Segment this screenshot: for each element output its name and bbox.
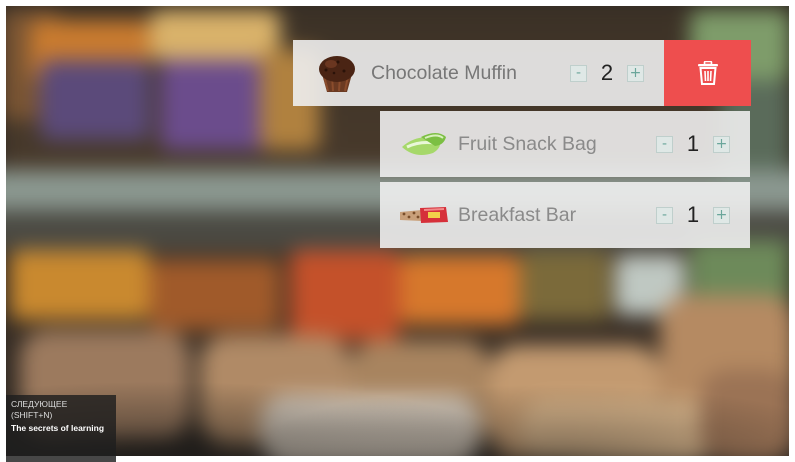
next-video-card[interactable]: СЛЕДУЮЩЕЕ (SHIFT+N) The secrets of learn… (6, 395, 116, 462)
decrement-quantity-button[interactable]: - (656, 135, 673, 153)
cart-item-name: Fruit Snack Bag (458, 132, 597, 155)
decrement-quantity-button[interactable]: - (570, 64, 587, 82)
increment-quantity-button[interactable]: + (713, 206, 730, 224)
quantity-value: 1 (686, 202, 700, 227)
decrement-quantity-button[interactable]: - (656, 206, 673, 224)
cart-item-breakfast-bar[interactable]: Breakfast Bar - 1 + (380, 182, 750, 248)
quantity-value: 2 (600, 60, 614, 85)
breakfast-bar-icon (398, 192, 450, 238)
next-video-title: The secrets of learning (11, 423, 105, 433)
next-video-shortcut: (SHIFT+N) (11, 410, 53, 420)
next-video-heading: СЛЕДУЮЩЕЕ (11, 399, 68, 409)
cart-item-chocolate-muffin[interactable]: Chocolate Muffin - 2 + (293, 40, 664, 106)
increment-quantity-button[interactable]: + (713, 135, 730, 153)
chocolate-muffin-icon (311, 50, 363, 96)
fruit-snack-icon (398, 121, 450, 167)
increment-quantity-button[interactable]: + (627, 64, 644, 82)
delete-item-button[interactable] (664, 40, 751, 106)
trash-icon (697, 61, 718, 85)
cart-item-name: Chocolate Muffin (371, 61, 517, 84)
cart-item-fruit-snack-bag[interactable]: Fruit Snack Bag - 1 + (380, 111, 750, 177)
quantity-value: 1 (686, 131, 700, 156)
cart-item-name: Breakfast Bar (458, 203, 577, 226)
